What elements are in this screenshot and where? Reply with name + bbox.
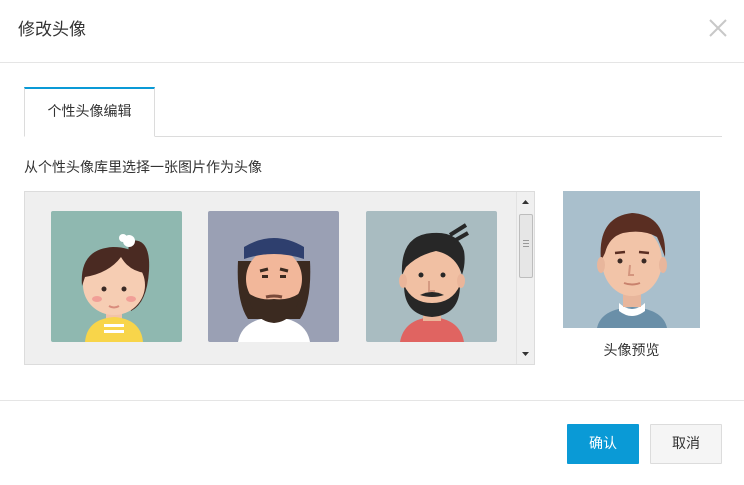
avatar-preview-image [563, 191, 700, 328]
confirm-button[interactable]: 确认 [567, 424, 639, 464]
scrollbar-grip-icon [523, 240, 529, 250]
close-icon[interactable] [706, 16, 730, 40]
girl-ponytail-avatar[interactable] [51, 211, 182, 342]
edit-avatar-dialog: 修改头像 个性头像编辑 从个性头像库里选择一张图片作为头像 头像预览 确认 取消 [0, 0, 744, 485]
tab-bar: 个性头像编辑 [24, 87, 722, 137]
dialog-title: 修改头像 [18, 20, 86, 40]
arrow-up-icon[interactable] [517, 194, 534, 210]
scrollbar-thumb[interactable] [519, 214, 533, 278]
gallery-scrollbar[interactable] [516, 192, 534, 364]
cancel-button[interactable]: 取消 [650, 424, 722, 464]
dialog-header: 修改头像 [0, 0, 744, 63]
preview-label: 头像预览 [603, 343, 660, 359]
man-headband-beard-avatar[interactable] [208, 211, 339, 342]
avatar-gallery [24, 191, 535, 365]
footer-divider [0, 400, 744, 401]
instruction-text: 从个性头像库里选择一张图片作为头像 [24, 160, 262, 176]
tab-avatar-edit[interactable]: 个性头像编辑 [24, 87, 155, 137]
arrow-down-icon[interactable] [517, 346, 534, 362]
man-black-hair-beard-avatar[interactable] [366, 211, 497, 342]
